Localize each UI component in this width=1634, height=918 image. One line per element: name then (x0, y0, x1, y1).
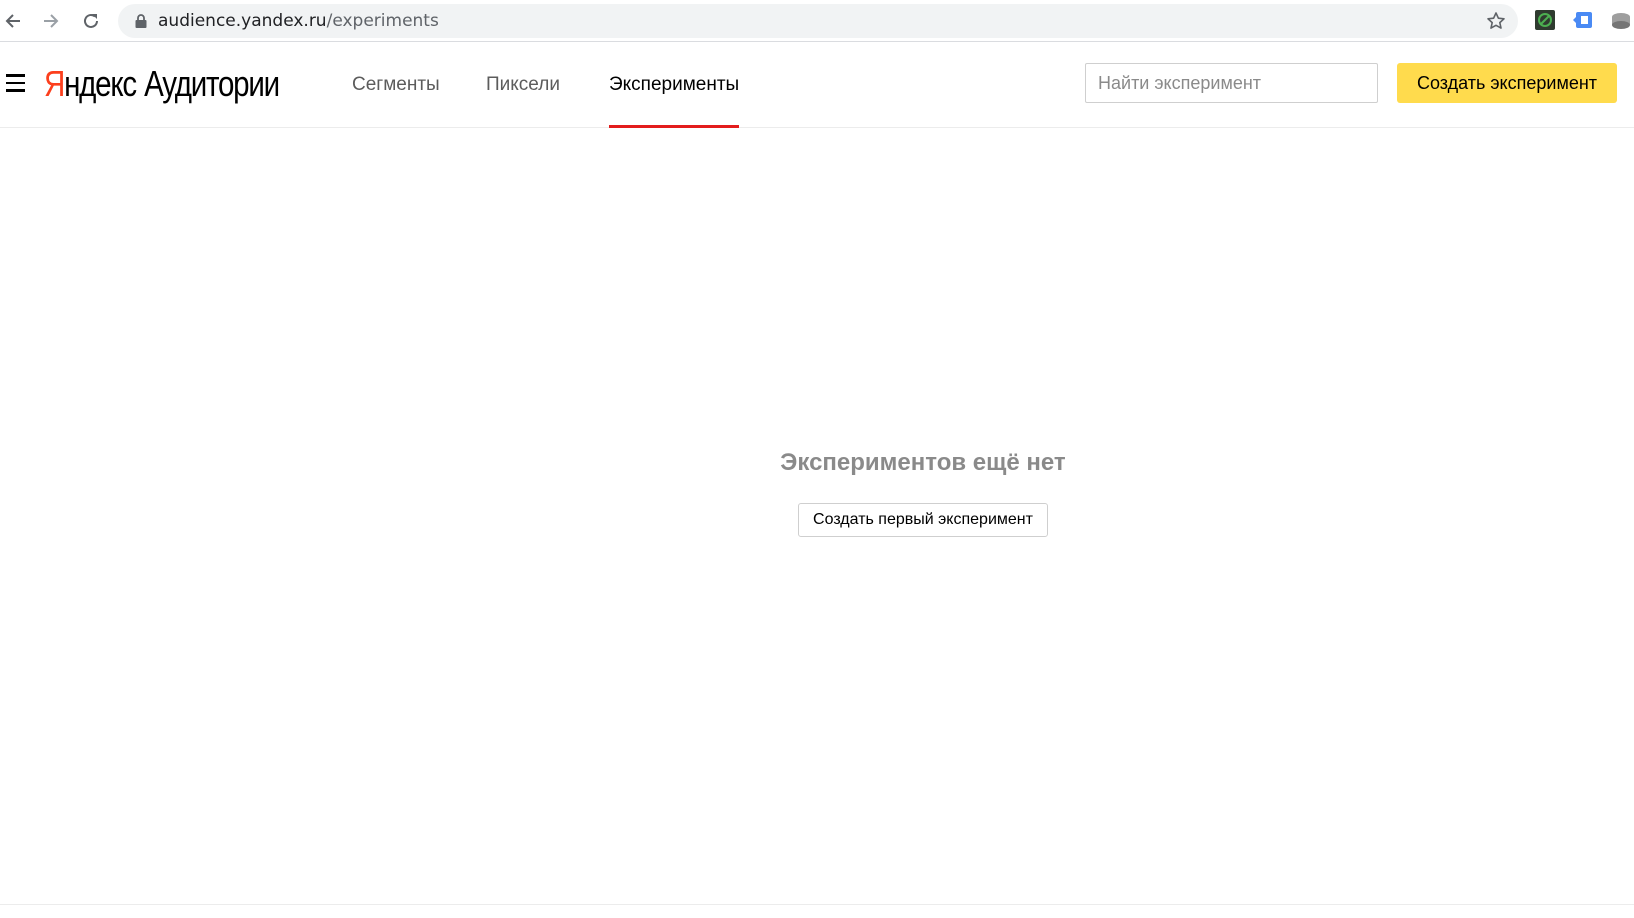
url-text: audience.yandex.ru/experiments (158, 12, 439, 30)
lock-icon (135, 14, 147, 28)
address-bar[interactable]: audience.yandex.ru/experiments (118, 4, 1518, 38)
create-experiment-button[interactable]: Создать эксперимент (1397, 63, 1617, 103)
hamburger-menu-icon[interactable] (6, 74, 26, 92)
tab-experiments[interactable]: Эксперименты (609, 42, 740, 128)
url-path: /experiments (326, 11, 439, 31)
create-first-experiment-button[interactable]: Создать первый эксперимент (798, 503, 1048, 537)
reload-button[interactable] (78, 8, 104, 34)
logo-brand-rest: ндекс (64, 63, 137, 104)
extension-gray-icon[interactable] (1610, 9, 1632, 31)
extension-green-icon[interactable] (1534, 9, 1556, 31)
star-icon[interactable] (1486, 11, 1506, 31)
logo-brand-first: Я (44, 63, 65, 104)
logo-product: Аудитории (144, 63, 280, 104)
browser-toolbar: audience.yandex.ru/experiments (0, 0, 1634, 42)
back-arrow-icon (5, 14, 20, 28)
app-header: Яндекс Аудитории Сегменты Пиксели Экспери… (0, 42, 1634, 128)
extension-blue-icon[interactable] (1572, 9, 1594, 31)
bottom-divider (0, 904, 1634, 905)
forward-arrow-icon (44, 14, 59, 28)
search-experiment-input[interactable] (1085, 63, 1378, 103)
forward-button[interactable] (38, 8, 64, 34)
yandex-audience-logo[interactable]: Яндекс Аудитории (44, 63, 280, 104)
back-button[interactable] (0, 8, 26, 34)
empty-state-title: Экспериментов ещё нет (780, 449, 1066, 476)
url-host: audience.yandex.ru (158, 11, 327, 31)
reload-icon (84, 13, 98, 28)
tab-pixels[interactable]: Пиксели (486, 42, 560, 128)
tab-segments[interactable]: Сегменты (352, 42, 440, 128)
